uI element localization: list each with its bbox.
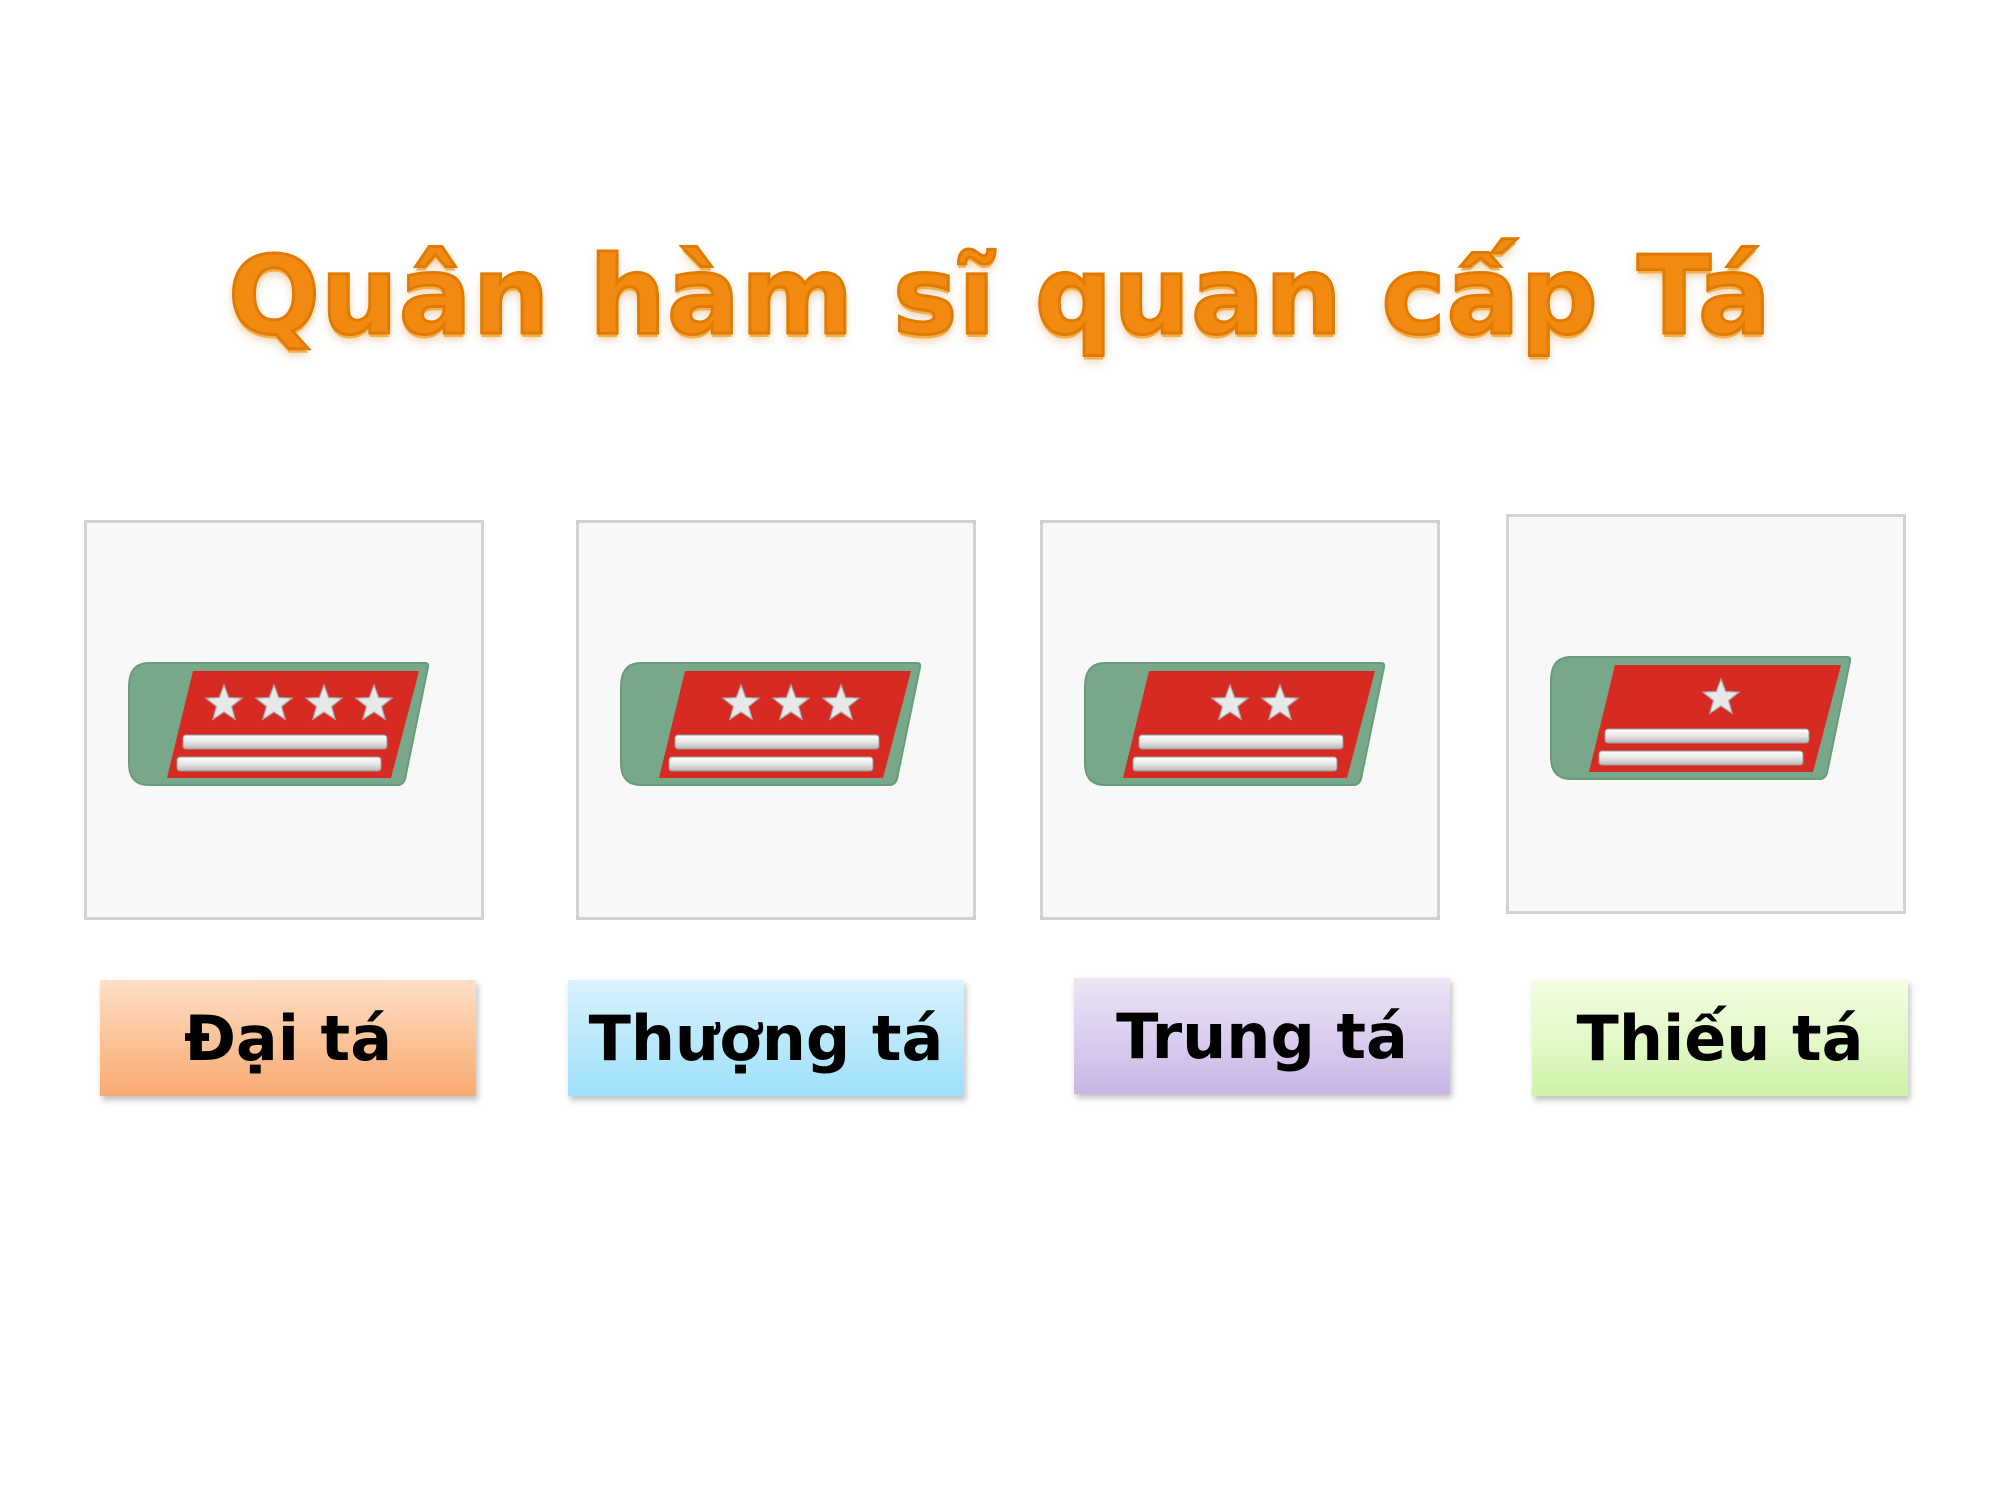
rank-bar [1132, 756, 1338, 772]
rank-bar [176, 756, 382, 772]
rank-bar [668, 756, 874, 772]
rank-bar [1598, 750, 1804, 766]
rank-bar [182, 734, 388, 750]
rank-insignia-3-stars-icon [620, 662, 922, 786]
rank-insignia-1-star-icon [1550, 656, 1852, 780]
rank-insignia-2-stars-icon [1084, 662, 1386, 786]
rank-bar [674, 734, 880, 750]
rank-image-card-thieu-ta [1506, 514, 1906, 914]
rank-insignia-4-stars-icon [128, 662, 430, 786]
rank-label-text: Đại tá [183, 1001, 393, 1075]
rank-label-dai-ta[interactable]: Đại tá [100, 980, 476, 1096]
slide-title: Quân hàm sĩ quan cấp Tá [227, 233, 1773, 361]
rank-label-text: Thiếu tá [1576, 1001, 1864, 1075]
rank-bar [1604, 728, 1810, 744]
rank-label-thuong-ta[interactable]: Thượng tá [568, 980, 964, 1096]
rank-bar [1138, 734, 1344, 750]
rank-label-thieu-ta[interactable]: Thiếu tá [1532, 980, 1908, 1096]
rank-label-trung-ta[interactable]: Trung tá [1074, 978, 1450, 1094]
rank-label-text: Trung tá [1116, 999, 1408, 1073]
rank-image-card-thuong-ta [576, 520, 976, 920]
rank-image-card-trung-ta [1040, 520, 1440, 920]
rank-label-text: Thượng tá [588, 1001, 944, 1075]
rank-image-card-dai-ta [84, 520, 484, 920]
